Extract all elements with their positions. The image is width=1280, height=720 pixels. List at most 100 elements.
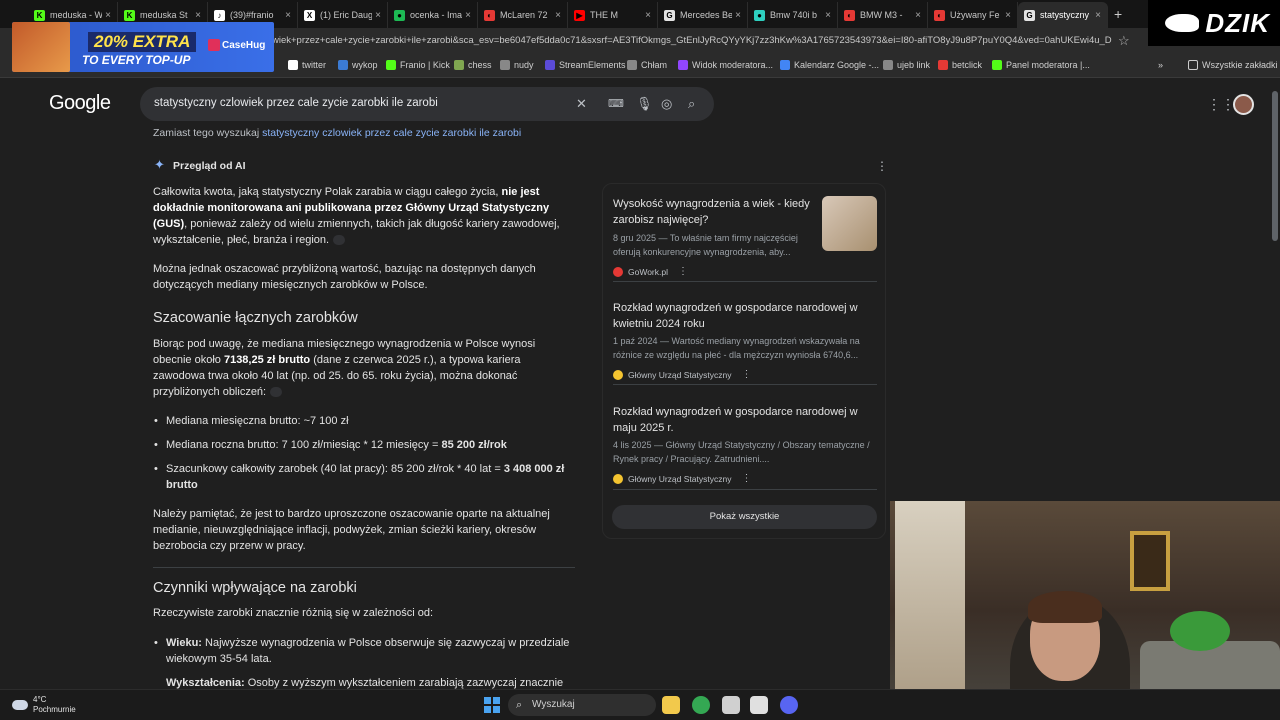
source-site[interactable]: GoWork.pl ⋮ <box>613 266 688 277</box>
close-icon[interactable]: × <box>915 10 921 21</box>
tab[interactable]: G Mercedes Be × <box>658 2 748 28</box>
close-icon[interactable]: × <box>465 10 471 21</box>
more-options-icon[interactable]: ⋮ <box>678 266 688 277</box>
bookmark-item[interactable]: twitter <box>288 60 326 70</box>
tab-title: (1) Eric Daug <box>320 10 373 20</box>
new-tab-button[interactable]: + <box>1114 6 1122 22</box>
weather-widget[interactable]: 4°C Pochmurnie <box>12 695 76 715</box>
bookmark-label: ujeb link <box>897 60 931 70</box>
more-options-icon[interactable]: ⋮ <box>741 369 751 380</box>
bookmark-favicon-icon <box>938 60 948 70</box>
search-icon: ⌕ <box>516 699 523 711</box>
close-icon[interactable]: × <box>555 10 561 21</box>
tab[interactable]: ● ocenka - Ima × <box>388 2 478 28</box>
close-icon[interactable]: × <box>195 10 201 21</box>
show-all-button[interactable]: Pokaż wszystkie <box>612 505 877 529</box>
search-box[interactable]: statystyczny czlowiek przez cale zycie z… <box>140 87 714 121</box>
link-chip-icon[interactable] <box>270 387 283 398</box>
bold-span: Wykształcenia: <box>166 677 245 689</box>
chrome-icon[interactable] <box>692 696 710 714</box>
close-icon[interactable]: × <box>105 10 111 21</box>
bookmark-item[interactable]: ujeb link <box>883 60 930 70</box>
bookmark-label: twitter <box>302 60 327 70</box>
source-site[interactable]: Główny Urząd Statystyczny ⋮ <box>613 369 751 380</box>
tab[interactable]: X (1) Eric Daug × <box>298 2 388 28</box>
bookmark-item[interactable]: Panel moderatora |... <box>992 60 1090 70</box>
search-instead-link[interactable]: statystyczny czlowiek przez cale zycie z… <box>262 127 521 139</box>
tab[interactable]: ◐ McLaren 72 × <box>478 2 568 28</box>
search-instead-prefix: Zamiast tego wyszukaj <box>153 127 263 139</box>
ai-paragraph-4: Należy pamiętać, że jest to bardzo upros… <box>153 508 550 552</box>
windows-start-icon[interactable] <box>484 697 500 713</box>
more-options-icon[interactable]: ⋮ <box>876 159 888 173</box>
ad-banner[interactable]: 20% EXTRA TO EVERY TOP-UP CaseHug <box>12 22 274 72</box>
ai-paragraph-2: Można jednak oszacować przybliżoną warto… <box>153 263 536 291</box>
bookmark-item[interactable]: Franio | Kick <box>386 60 450 70</box>
discord-icon[interactable] <box>780 696 798 714</box>
tab[interactable]: Gstatystyczny × <box>1018 2 1108 28</box>
bookmark-item[interactable]: nudy <box>500 60 534 70</box>
chest-image <box>12 22 70 72</box>
close-icon[interactable]: × <box>645 10 651 21</box>
file-explorer-icon[interactable] <box>662 696 680 714</box>
tab-favicon-icon: ● <box>394 9 405 21</box>
source-title[interactable]: Wysokość wynagrodzenia a wiek - kiedy za… <box>613 196 813 228</box>
overlay-brand-text: DZIK <box>1205 7 1270 38</box>
clear-icon[interactable]: ✕ <box>576 96 587 112</box>
ai-sources-panel: Pokaż wszystkie Wysokość wynagrodzenia a… <box>602 183 886 539</box>
bookmark-favicon-icon <box>288 60 298 70</box>
close-icon[interactable]: × <box>375 10 381 21</box>
weather-label: Pochmurnie <box>33 705 76 714</box>
google-logo[interactable]: Google <box>49 92 111 115</box>
microphone-icon[interactable]: 🎙 <box>636 96 653 112</box>
avatar[interactable] <box>1233 94 1254 115</box>
close-icon[interactable]: × <box>825 10 831 21</box>
close-icon[interactable]: × <box>1005 10 1011 21</box>
bookmark-favicon-icon <box>992 60 1002 70</box>
close-icon[interactable]: × <box>735 10 741 21</box>
app-icon[interactable] <box>722 696 740 714</box>
keyboard-icon[interactable]: ⌨ <box>608 97 624 110</box>
lens-icon[interactable]: ◎ <box>661 96 672 112</box>
close-icon[interactable]: × <box>1095 10 1101 21</box>
bookmark-favicon-icon <box>627 60 637 70</box>
taskbar: 4°C Pochmurnie ⌕ Wyszukaj <box>0 689 1280 720</box>
link-chip-icon[interactable] <box>333 235 346 246</box>
tab[interactable]: ▶ THE M × <box>568 2 658 28</box>
bookmark-item[interactable]: Kalendarz Google -... <box>780 60 879 70</box>
app-icon[interactable] <box>750 696 768 714</box>
text-span: , ponieważ zależy od wielu zmiennych, ta… <box>153 218 560 246</box>
bookmark-item[interactable]: betclick <box>938 60 982 70</box>
section-heading-factors: Czynniki wpływające na zarobki <box>153 580 357 596</box>
tab-favicon-icon: ◐ <box>844 9 855 21</box>
bookmark-item[interactable]: chess <box>454 60 492 70</box>
tab[interactable]: ◐ Używany Fe × <box>928 2 1018 28</box>
temperature: 4°C <box>33 695 47 704</box>
search-input[interactable]: statystyczny czlowiek przez cale zycie z… <box>154 97 438 109</box>
tab-title: Używany Fe <box>950 10 1000 20</box>
source-title[interactable]: Rozkład wynagrodzeń w gospodarce narodow… <box>613 300 868 332</box>
search-icon[interactable]: ⌕ <box>688 96 695 112</box>
address-bar[interactable]: wiek+przez+cale+zycie+zarobki+ile+zarobi… <box>272 35 1112 46</box>
bookmark-item[interactable]: StreamElements <box>545 60 626 70</box>
tab[interactable]: ● Bmw 740i b × <box>748 2 838 28</box>
more-options-icon[interactable]: ⋮ <box>741 473 751 484</box>
source-site[interactable]: Główny Urząd Statystyczny ⋮ <box>613 473 751 484</box>
divider <box>613 281 877 282</box>
source-thumbnail[interactable] <box>822 196 877 251</box>
taskbar-search[interactable]: ⌕ Wyszukaj <box>508 694 656 716</box>
all-bookmarks-folder[interactable]: Wszystkie zakładki <box>1188 60 1278 70</box>
bookmark-item[interactable]: wykop <box>338 60 378 70</box>
source-title[interactable]: Rozkład wynagrodzeń w gospodarce narodow… <box>613 404 868 436</box>
tab-title: (39)#franio <box>230 10 274 20</box>
bookmark-item[interactable]: Chłam <box>627 60 667 70</box>
scrollbar-thumb[interactable] <box>1272 91 1278 241</box>
bookmark-item[interactable]: Widok moderatora... <box>678 60 773 70</box>
close-icon[interactable]: × <box>285 10 291 21</box>
tab[interactable]: ◐ BMW M3 - × <box>838 2 928 28</box>
bookmark-star-icon[interactable]: ☆ <box>1118 33 1130 49</box>
site-name: GoWork.pl <box>628 266 668 277</box>
bookmarks-more-icon[interactable]: » <box>1158 60 1163 70</box>
apps-grid-icon[interactable]: ⋮⋮ <box>1207 96 1235 113</box>
bookmark-favicon-icon <box>454 60 464 70</box>
